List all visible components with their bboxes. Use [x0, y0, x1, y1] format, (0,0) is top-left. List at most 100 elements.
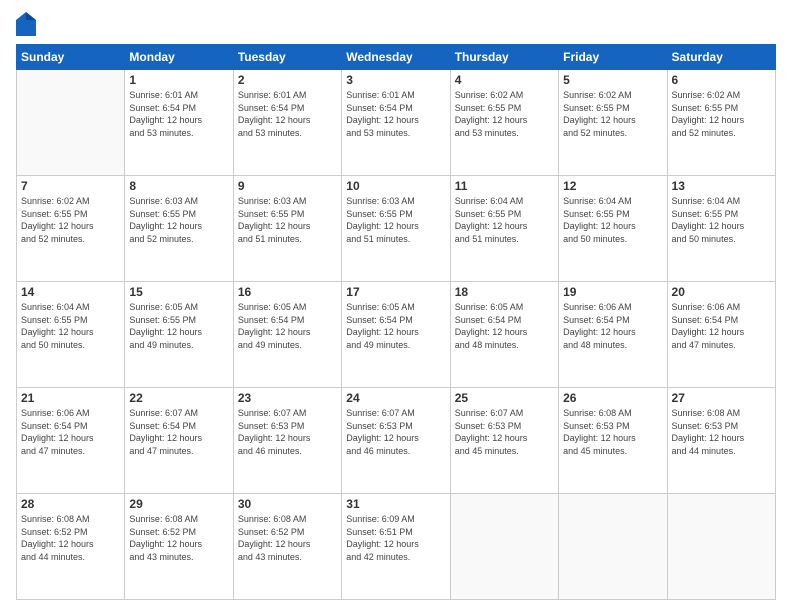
weekday-header-tuesday: Tuesday [233, 45, 341, 70]
calendar-cell: 23 Sunrise: 6:07 AMSunset: 6:53 PMDayligh… [233, 388, 341, 494]
calendar-cell: 10 Sunrise: 6:03 AMSunset: 6:55 PMDayligh… [342, 176, 450, 282]
page: SundayMondayTuesdayWednesdayThursdayFrid… [0, 0, 792, 612]
day-info: Sunrise: 6:07 AMSunset: 6:53 PMDaylight:… [455, 407, 554, 457]
calendar-cell: 9 Sunrise: 6:03 AMSunset: 6:55 PMDaylight… [233, 176, 341, 282]
day-number: 1 [129, 73, 228, 87]
calendar-cell [450, 494, 558, 600]
calendar-cell: 27 Sunrise: 6:08 AMSunset: 6:53 PMDayligh… [667, 388, 775, 494]
day-info: Sunrise: 6:05 AMSunset: 6:55 PMDaylight:… [129, 301, 228, 351]
day-number: 22 [129, 391, 228, 405]
day-info: Sunrise: 6:09 AMSunset: 6:51 PMDaylight:… [346, 513, 445, 563]
day-number: 16 [238, 285, 337, 299]
calendar-week-2: 7 Sunrise: 6:02 AMSunset: 6:55 PMDaylight… [17, 176, 776, 282]
calendar-cell: 25 Sunrise: 6:07 AMSunset: 6:53 PMDayligh… [450, 388, 558, 494]
day-number: 2 [238, 73, 337, 87]
calendar-week-1: 1 Sunrise: 6:01 AMSunset: 6:54 PMDaylight… [17, 70, 776, 176]
day-number: 9 [238, 179, 337, 193]
calendar-cell: 3Sunrise: 6:01 AMSunset: 6:54 PMDaylight… [342, 70, 450, 176]
day-info: Sunrise: 6:08 AMSunset: 6:52 PMDaylight:… [129, 513, 228, 563]
day-info: Sunrise: 6:03 AMSunset: 6:55 PMDaylight:… [238, 195, 337, 245]
day-info: Sunrise: 6:08 AMSunset: 6:52 PMDaylight:… [238, 513, 337, 563]
calendar-cell: 14 Sunrise: 6:04 AMSunset: 6:55 PMDayligh… [17, 282, 125, 388]
day-info: Sunrise: 6:04 AMSunset: 6:55 PMDaylight:… [455, 195, 554, 245]
day-number: 29 [129, 497, 228, 511]
day-number: 20 [672, 285, 771, 299]
calendar-cell: 12 Sunrise: 6:04 AMSunset: 6:55 PMDayligh… [559, 176, 667, 282]
weekday-header-sunday: Sunday [17, 45, 125, 70]
calendar-week-4: 21 Sunrise: 6:06 AMSunset: 6:54 PMDayligh… [17, 388, 776, 494]
day-info: Sunrise: 6:04 AMSunset: 6:55 PMDaylight:… [563, 195, 662, 245]
weekday-header-saturday: Saturday [667, 45, 775, 70]
day-number: 10 [346, 179, 445, 193]
day-info: Sunrise: 6:02 AMSunset: 6:55 PMDaylight:… [455, 89, 554, 139]
day-number: 28 [21, 497, 120, 511]
calendar-cell: 16 Sunrise: 6:05 AMSunset: 6:54 PMDayligh… [233, 282, 341, 388]
header [16, 12, 776, 36]
day-number: 4 [455, 73, 554, 87]
day-number: 25 [455, 391, 554, 405]
day-number: 7 [21, 179, 120, 193]
day-number: 17 [346, 285, 445, 299]
calendar-cell: 26Sunrise: 6:08 AMSunset: 6:53 PMDayligh… [559, 388, 667, 494]
calendar-cell: 4 Sunrise: 6:02 AMSunset: 6:55 PMDaylight… [450, 70, 558, 176]
calendar-cell: 5 Sunrise: 6:02 AMSunset: 6:55 PMDaylight… [559, 70, 667, 176]
day-number: 18 [455, 285, 554, 299]
logo [16, 12, 40, 36]
day-info: Sunrise: 6:02 AMSunset: 6:55 PMDaylight:… [21, 195, 120, 245]
calendar-body: 1 Sunrise: 6:01 AMSunset: 6:54 PMDaylight… [17, 70, 776, 600]
calendar-cell: 30Sunrise: 6:08 AMSunset: 6:52 PMDayligh… [233, 494, 341, 600]
calendar-cell: 6Sunrise: 6:02 AMSunset: 6:55 PMDaylight… [667, 70, 775, 176]
day-info: Sunrise: 6:08 AMSunset: 6:53 PMDaylight:… [672, 407, 771, 457]
calendar-cell: 20 Sunrise: 6:06 AMSunset: 6:54 PMDayligh… [667, 282, 775, 388]
calendar-cell: 13 Sunrise: 6:04 AMSunset: 6:55 PMDayligh… [667, 176, 775, 282]
day-info: Sunrise: 6:05 AMSunset: 6:54 PMDaylight:… [455, 301, 554, 351]
day-number: 21 [21, 391, 120, 405]
calendar-cell: 21 Sunrise: 6:06 AMSunset: 6:54 PMDayligh… [17, 388, 125, 494]
day-number: 24 [346, 391, 445, 405]
day-number: 12 [563, 179, 662, 193]
day-info: Sunrise: 6:01 AMSunset: 6:54 PMDaylight:… [238, 89, 337, 139]
day-info: Sunrise: 6:03 AMSunset: 6:55 PMDaylight:… [346, 195, 445, 245]
day-info: Sunrise: 6:05 AMSunset: 6:54 PMDaylight:… [238, 301, 337, 351]
day-number: 23 [238, 391, 337, 405]
day-info: Sunrise: 6:06 AMSunset: 6:54 PMDaylight:… [672, 301, 771, 351]
calendar-cell: 17Sunrise: 6:05 AMSunset: 6:54 PMDayligh… [342, 282, 450, 388]
calendar-cell: 22Sunrise: 6:07 AMSunset: 6:54 PMDayligh… [125, 388, 233, 494]
day-number: 6 [672, 73, 771, 87]
day-info: Sunrise: 6:07 AMSunset: 6:53 PMDaylight:… [238, 407, 337, 457]
weekday-header-monday: Monday [125, 45, 233, 70]
day-number: 15 [129, 285, 228, 299]
calendar-cell: 19Sunrise: 6:06 AMSunset: 6:54 PMDayligh… [559, 282, 667, 388]
calendar-cell [559, 494, 667, 600]
calendar-cell: 11 Sunrise: 6:04 AMSunset: 6:55 PMDayligh… [450, 176, 558, 282]
calendar-cell [667, 494, 775, 600]
day-number: 27 [672, 391, 771, 405]
day-info: Sunrise: 6:08 AMSunset: 6:53 PMDaylight:… [563, 407, 662, 457]
day-number: 5 [563, 73, 662, 87]
day-number: 19 [563, 285, 662, 299]
calendar-week-3: 14 Sunrise: 6:04 AMSunset: 6:55 PMDayligh… [17, 282, 776, 388]
day-info: Sunrise: 6:03 AMSunset: 6:55 PMDaylight:… [129, 195, 228, 245]
day-number: 13 [672, 179, 771, 193]
day-number: 8 [129, 179, 228, 193]
day-info: Sunrise: 6:04 AMSunset: 6:55 PMDaylight:… [21, 301, 120, 351]
day-info: Sunrise: 6:04 AMSunset: 6:55 PMDaylight:… [672, 195, 771, 245]
calendar-cell: 2 Sunrise: 6:01 AMSunset: 6:54 PMDaylight… [233, 70, 341, 176]
calendar-table: SundayMondayTuesdayWednesdayThursdayFrid… [16, 44, 776, 600]
calendar-cell [17, 70, 125, 176]
calendar-cell: 28Sunrise: 6:08 AMSunset: 6:52 PMDayligh… [17, 494, 125, 600]
day-number: 14 [21, 285, 120, 299]
day-info: Sunrise: 6:06 AMSunset: 6:54 PMDaylight:… [21, 407, 120, 457]
logo-icon [16, 12, 36, 36]
day-info: Sunrise: 6:01 AMSunset: 6:54 PMDaylight:… [129, 89, 228, 139]
calendar-cell: 18 Sunrise: 6:05 AMSunset: 6:54 PMDayligh… [450, 282, 558, 388]
day-number: 11 [455, 179, 554, 193]
day-info: Sunrise: 6:02 AMSunset: 6:55 PMDaylight:… [563, 89, 662, 139]
calendar-cell: 8 Sunrise: 6:03 AMSunset: 6:55 PMDaylight… [125, 176, 233, 282]
day-number: 31 [346, 497, 445, 511]
weekday-header-friday: Friday [559, 45, 667, 70]
calendar-cell: 7 Sunrise: 6:02 AMSunset: 6:55 PMDaylight… [17, 176, 125, 282]
day-info: Sunrise: 6:01 AMSunset: 6:54 PMDaylight:… [346, 89, 445, 139]
weekday-header-row: SundayMondayTuesdayWednesdayThursdayFrid… [17, 45, 776, 70]
calendar-header: SundayMondayTuesdayWednesdayThursdayFrid… [17, 45, 776, 70]
